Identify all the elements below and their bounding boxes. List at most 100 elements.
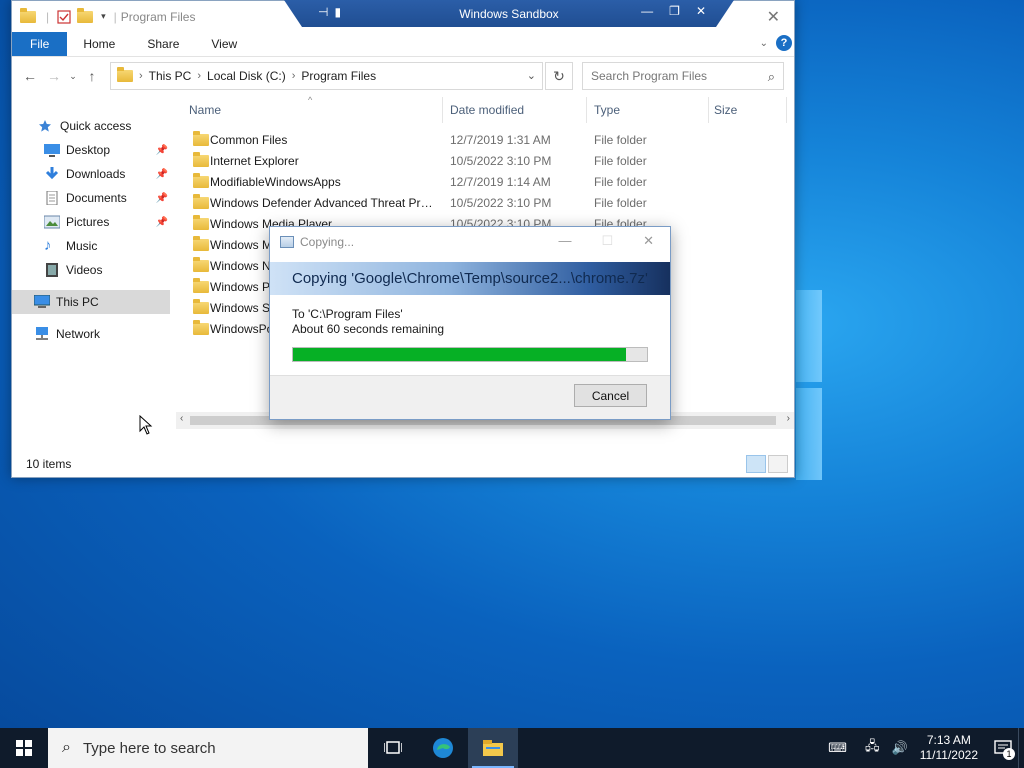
table-row[interactable]: Internet Explorer 10/5/2022 3:10 PM File f… — [188, 150, 794, 171]
folder-icon — [193, 299, 209, 314]
column-divider[interactable] — [442, 97, 443, 123]
chevron-right-icon[interactable]: › — [292, 70, 296, 82]
start-button[interactable] — [0, 728, 48, 768]
sidebar-item-desktop[interactable]: Desktop 📌 — [12, 138, 170, 162]
divider: | — [113, 9, 117, 24]
file-name: ModifiableWindowsApps — [210, 175, 341, 189]
sidebar-item-network[interactable]: Network — [12, 322, 170, 346]
sidebar-item-documents[interactable]: Documents 📌 — [12, 186, 170, 210]
column-header-date[interactable]: Date modified — [450, 103, 524, 117]
notification-center-icon[interactable]: 1 — [988, 728, 1018, 768]
cancel-button[interactable]: Cancel — [574, 384, 647, 407]
show-desktop-button[interactable] — [1018, 728, 1024, 768]
file-date: 12/7/2019 1:14 AM — [450, 175, 551, 189]
copy-heading: Copying 'Google\Chrome\Temp\source2...\c… — [270, 262, 670, 295]
edge-browser-icon[interactable] — [418, 728, 468, 768]
windows-logo-icon — [16, 740, 32, 756]
tab-home[interactable]: Home — [67, 32, 131, 56]
sandbox-title: Windows Sandbox — [459, 6, 559, 21]
folder-icon — [193, 194, 209, 209]
close-icon[interactable]: ✕ — [767, 7, 780, 27]
properties-icon[interactable] — [57, 9, 71, 24]
recent-locations-icon[interactable]: ⌄ — [66, 71, 80, 82]
column-header-name[interactable]: Name — [189, 103, 221, 117]
close-icon[interactable]: ✕ — [643, 233, 654, 249]
breadcrumb-this-pc[interactable]: This PC — [149, 69, 192, 83]
help-icon[interactable]: ? — [776, 35, 792, 51]
sort-ascending-icon: ^ — [308, 95, 313, 105]
tab-file[interactable]: File — [12, 32, 68, 56]
navigation-bar: ← → ⌄ ↑ › This PC › Local Disk (C:) › Pr… — [12, 57, 794, 95]
breadcrumb-program-files[interactable]: Program Files — [301, 69, 376, 83]
document-icon — [44, 190, 60, 206]
sidebar-item-videos[interactable]: Videos — [12, 258, 170, 282]
tab-view[interactable]: View — [195, 32, 253, 56]
dialog-title-bar[interactable]: Copying... — ☐ ✕ — [270, 227, 670, 257]
expand-ribbon-icon[interactable]: ⌄ — [760, 38, 768, 49]
task-view-icon[interactable] — [368, 728, 418, 768]
sidebar-item-downloads[interactable]: Downloads 📌 — [12, 162, 170, 186]
new-folder-icon[interactable] — [77, 7, 94, 23]
sidebar-item-quick-access[interactable]: Quick access — [12, 114, 170, 138]
tab-share[interactable]: Share — [131, 32, 195, 56]
chevron-right-icon[interactable]: › — [139, 70, 143, 82]
clock[interactable]: 7:13 AM 11/11/2022 — [920, 733, 978, 763]
item-count: 10 items — [26, 457, 72, 471]
scroll-left-icon[interactable]: ‹ — [180, 413, 183, 424]
table-row[interactable]: Common Files 12/7/2019 1:31 AM File folder — [188, 129, 794, 150]
folder-icon — [193, 215, 209, 230]
column-header-size[interactable]: Size — [714, 103, 737, 117]
dialog-title: Copying... — [300, 235, 355, 249]
minimize-icon[interactable]: — — [558, 233, 571, 249]
file-type: File folder — [594, 133, 647, 147]
minimize-icon[interactable]: — — [641, 4, 653, 18]
address-bar[interactable]: › This PC › Local Disk (C:) › Program Fi… — [110, 62, 543, 90]
breadcrumb-local-disk[interactable]: Local Disk (C:) — [207, 69, 286, 83]
column-header-type[interactable]: Type — [594, 103, 620, 117]
clock-time: 7:13 AM — [926, 733, 971, 747]
taskbar-search-input[interactable]: ⌕ Type here to search — [48, 728, 368, 768]
column-divider[interactable] — [708, 97, 709, 123]
chevron-down-icon[interactable]: ⌄ — [527, 69, 536, 82]
keyboard-icon[interactable]: ⌨ — [828, 740, 847, 756]
chevron-right-icon[interactable]: › — [197, 70, 201, 82]
sidebar-item-label: Network — [56, 327, 101, 341]
pin-icon[interactable]: 📌 — [156, 145, 168, 156]
desktop-windows-logo — [796, 290, 824, 480]
back-arrow-icon[interactable]: ← — [18, 68, 42, 84]
large-icons-view-button[interactable] — [768, 455, 788, 473]
pin-icon[interactable]: 📌 — [156, 169, 168, 180]
system-tray: ⌨ 🖧 🔊 7:13 AM 11/11/2022 1 — [822, 728, 1024, 768]
sidebar-item-label: Pictures — [66, 215, 110, 229]
table-row[interactable]: ModifiableWindowsApps 12/7/2019 1:14 AM Fi… — [188, 171, 794, 192]
network-icon — [34, 327, 50, 341]
table-row[interactable]: Windows Defender Advanced Threat Prot...… — [188, 192, 794, 213]
up-arrow-icon[interactable]: ↑ — [80, 68, 104, 84]
file-type: File folder — [594, 175, 647, 189]
details-view-button[interactable] — [746, 455, 766, 473]
refresh-icon[interactable]: ↻ — [545, 62, 573, 90]
sidebar-item-label: Music — [66, 239, 98, 253]
quick-access-dropdown-icon[interactable]: ▾ — [101, 11, 106, 22]
sidebar-item-label: Downloads — [66, 167, 126, 181]
maximize-icon[interactable]: ☐ — [601, 233, 613, 249]
pin-connection-icon[interactable]: ⊣▮ — [318, 5, 347, 19]
column-divider[interactable] — [786, 97, 787, 123]
sidebar-item-pictures[interactable]: Pictures 📌 — [12, 210, 170, 234]
file-type: File folder — [594, 154, 647, 168]
volume-icon[interactable]: 🔊 — [892, 740, 908, 756]
file-explorer-icon[interactable] — [468, 728, 518, 768]
sidebar-item-music[interactable]: ♪ Music — [12, 234, 170, 258]
search-input[interactable]: Search Program Files ⌕ — [582, 62, 784, 90]
progress-fill — [293, 348, 626, 361]
pin-icon[interactable]: 📌 — [156, 193, 168, 204]
network-status-icon[interactable]: 🖧 — [865, 737, 880, 759]
sidebar-item-this-pc[interactable]: This PC — [12, 290, 170, 314]
scroll-right-icon[interactable]: › — [787, 413, 790, 424]
restore-icon[interactable]: ❐ — [669, 4, 680, 18]
forward-arrow-icon[interactable]: → — [42, 68, 66, 84]
sandbox-title-bar[interactable]: ⊣▮ Windows Sandbox — ❐ ✕ — [284, 0, 734, 27]
pin-icon[interactable]: 📌 — [156, 217, 168, 228]
column-divider[interactable] — [586, 97, 587, 123]
close-icon[interactable]: ✕ — [696, 4, 706, 18]
